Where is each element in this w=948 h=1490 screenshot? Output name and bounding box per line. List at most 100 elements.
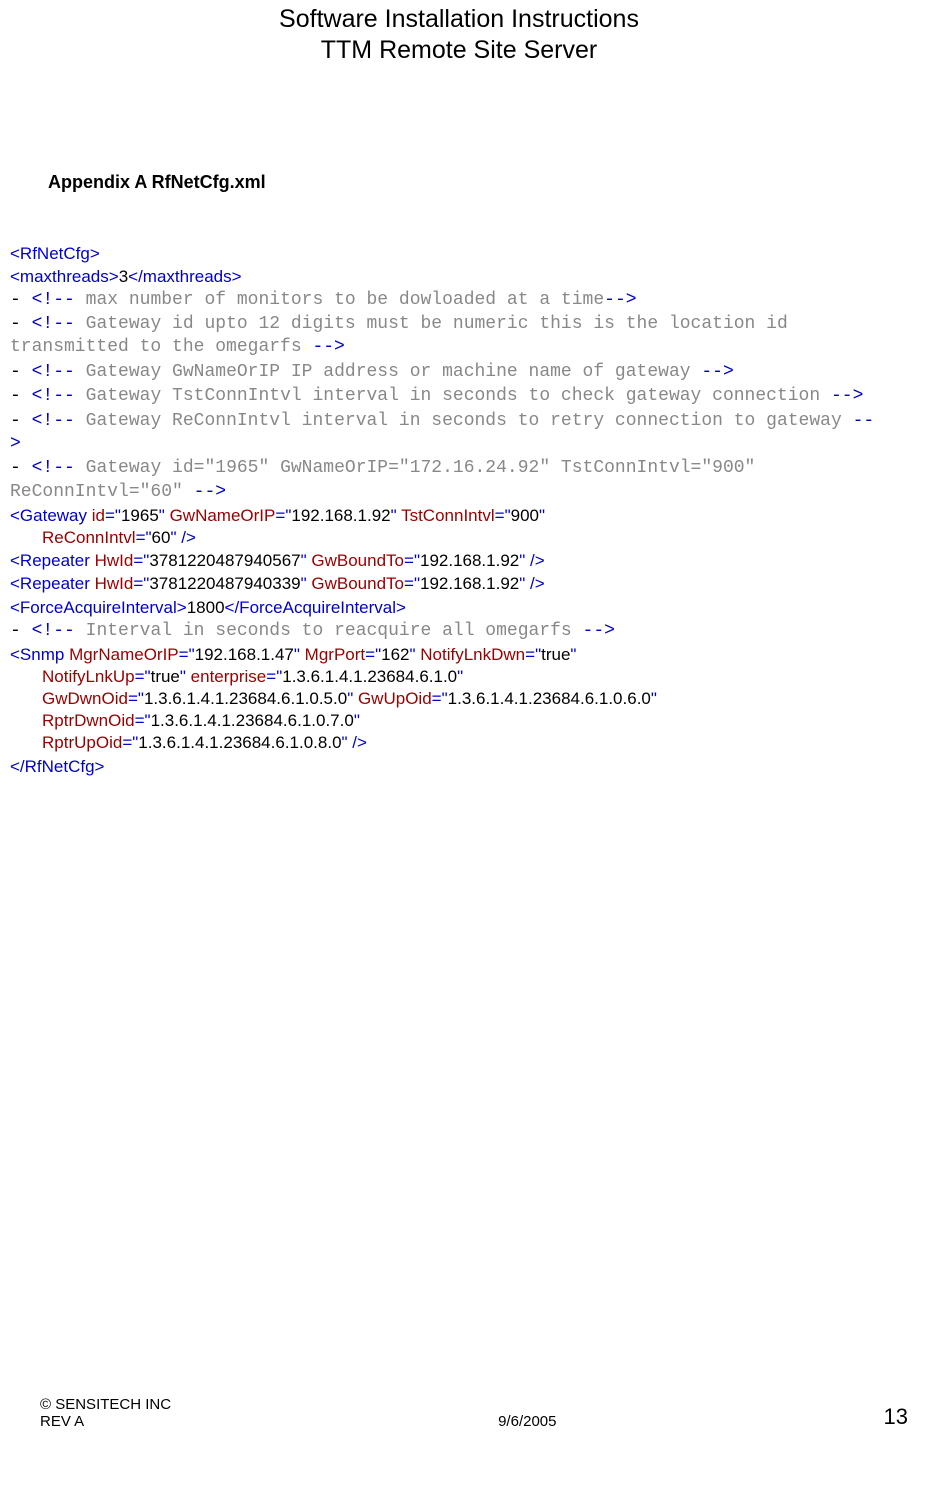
c2-close: --> xyxy=(312,337,344,357)
snmp-mgrname-val: 192.168.1.47 xyxy=(195,645,294,664)
eq46: = xyxy=(128,689,138,708)
fai-line: <ForceAcquireInterval>1800</ForceAcquire… xyxy=(10,597,908,619)
gw-tst-val: 900 xyxy=(511,506,539,525)
r2-close: /> xyxy=(525,574,544,593)
c5-text: Gateway ReConnIntvl interval in seconds … xyxy=(75,411,853,431)
eq43: = xyxy=(525,645,535,664)
q45b: " xyxy=(457,667,463,686)
c6-close: --> xyxy=(194,482,226,502)
c2-dash: - xyxy=(10,314,21,334)
footer-rev: REV A xyxy=(40,1413,84,1430)
comment-4: - <!-- Gateway TstConnIntvl interval in … xyxy=(10,385,908,408)
c2-text: Gateway id upto 12 digits must be numeri… xyxy=(10,314,788,357)
fai-val: 1800 xyxy=(187,598,225,617)
appendix-heading: Appendix A RfNetCfg.xml xyxy=(48,172,908,193)
snmp-gwdn-attr: GwDwnOid xyxy=(42,689,128,708)
eq11: = xyxy=(105,506,115,525)
c3-open: <!-- xyxy=(32,362,75,382)
q47b: " xyxy=(651,689,657,708)
footer-page: 13 xyxy=(884,1404,908,1429)
gw-close: /> xyxy=(177,528,196,547)
snmp-gwup-val: 1.3.6.1.4.1.23684.6.1.0.6.0 xyxy=(448,689,651,708)
c1-close: --> xyxy=(604,290,636,310)
page-header: Software Installation Instructions TTM R… xyxy=(10,0,908,67)
fai-open: <ForceAcquireInterval> xyxy=(10,598,187,617)
comment-2: - <!-- Gateway id upto 12 digits must be… xyxy=(10,313,908,360)
comment-3: - <!-- Gateway GwNameOrIP IP address or … xyxy=(10,361,908,384)
snmp-nld-attr: NotifyLnkDwn xyxy=(416,645,526,664)
gw-id-val: 1965 xyxy=(121,506,159,525)
c6-text: Gateway id="1965" GwNameOrIP="172.16.24.… xyxy=(10,458,755,501)
snmp-gwdn-val: 1.3.6.1.4.1.23684.6.1.0.5.0 xyxy=(144,689,347,708)
xml-block: <RfNetCfg> <maxthreads>3</maxthreads> - … xyxy=(10,243,908,778)
r1-hw-val: 3781220487940567 xyxy=(149,551,300,570)
snmp-mgrport-val: 162 xyxy=(381,645,409,664)
c2-open: <!-- xyxy=(32,314,75,334)
r2-hw-val: 3781220487940339 xyxy=(149,574,300,593)
c6-open: <!-- xyxy=(32,458,75,478)
eq32: = xyxy=(404,574,414,593)
repeater2-line: <Repeater HwId="3781220487940339" GwBoun… xyxy=(10,573,908,595)
snmp-mgrport-attr: MgrPort xyxy=(300,645,365,664)
q13b: " xyxy=(539,506,545,525)
c6-dash: - xyxy=(10,458,21,478)
snmp-nlu-attr: NotifyLnkUp xyxy=(42,667,135,686)
q43b: " xyxy=(570,645,576,664)
c4-close: --> xyxy=(831,386,863,406)
r2-gw-val: 192.168.1.92 xyxy=(420,574,519,593)
snmp-rpdn-attr: RptrDwnOid xyxy=(42,711,135,730)
q48b: " xyxy=(354,711,360,730)
eq49: = xyxy=(122,733,132,752)
eq45: = xyxy=(266,667,276,686)
c1-dash: - xyxy=(10,290,21,310)
snmp-close: /> xyxy=(348,733,367,752)
gw-tst-attr: TstConnIntvl xyxy=(397,506,495,525)
eq14: = xyxy=(136,528,146,547)
gw-re-val: 60 xyxy=(152,528,171,547)
eq44: = xyxy=(135,667,145,686)
snmp-rpup-val: 1.3.6.1.4.1.23684.6.1.0.8.0 xyxy=(138,733,341,752)
c7-open: <!-- xyxy=(32,621,75,641)
eq41: = xyxy=(179,645,189,664)
snmp-nlu-val: true xyxy=(151,667,180,686)
c5-dash: - xyxy=(10,411,21,431)
eq21: = xyxy=(133,551,143,570)
c4-open: <!-- xyxy=(32,386,75,406)
r1-open: <Repeater xyxy=(10,551,90,570)
c7-close: --> xyxy=(583,621,615,641)
c7-text: Interval in seconds to reacquire all ome… xyxy=(75,621,583,641)
c3-text: Gateway GwNameOrIP IP address or machine… xyxy=(75,362,702,382)
snmp-gwup-attr: GwUpOid xyxy=(353,689,431,708)
comment-5: - <!-- Gateway ReConnIntvl interval in s… xyxy=(10,410,908,457)
root-close: </RfNetCfg> xyxy=(10,756,908,778)
eq48: = xyxy=(135,711,145,730)
snmp-ent-attr: enterprise xyxy=(186,667,266,686)
comment-6: - <!-- Gateway id="1965" GwNameOrIP="172… xyxy=(10,457,908,504)
snmp-rpdn-val: 1.3.6.1.4.1.23684.6.1.0.7.0 xyxy=(151,711,354,730)
root-open: <RfNetCfg> xyxy=(10,243,908,265)
r2-open: <Repeater xyxy=(10,574,90,593)
gw-open: <Gateway xyxy=(10,506,87,525)
r1-close: /> xyxy=(525,551,544,570)
c7-dash: - xyxy=(10,621,21,641)
maxthreads-open: <maxthreads> xyxy=(10,267,119,286)
c5-open: <!-- xyxy=(32,411,75,431)
repeater1-line: <Repeater HwId="3781220487940567" GwBoun… xyxy=(10,550,908,572)
gw-id-attr: id xyxy=(87,506,105,525)
snmp-mgrname-attr: MgrNameOrIP xyxy=(64,645,178,664)
eq42: = xyxy=(365,645,375,664)
c4-text: Gateway TstConnIntvl interval in seconds… xyxy=(75,386,831,406)
c3-dash: - xyxy=(10,362,21,382)
eq12: = xyxy=(275,506,285,525)
gw-gw-attr: GwNameOrIP xyxy=(165,506,276,525)
snmp-nld-val: true xyxy=(541,645,570,664)
eq47: = xyxy=(432,689,442,708)
r2-gw-attr: GwBoundTo xyxy=(307,574,404,593)
comment-7: - <!-- Interval in seconds to reacquire … xyxy=(10,620,908,643)
r1-hw-attr: HwId xyxy=(90,551,133,570)
maxthreads-line: <maxthreads>3</maxthreads> xyxy=(10,266,908,288)
eq31: = xyxy=(133,574,143,593)
maxthreads-val: 3 xyxy=(119,267,128,286)
snmp-open: <Snmp xyxy=(10,645,64,664)
gw-gw-val: 192.168.1.92 xyxy=(291,506,390,525)
